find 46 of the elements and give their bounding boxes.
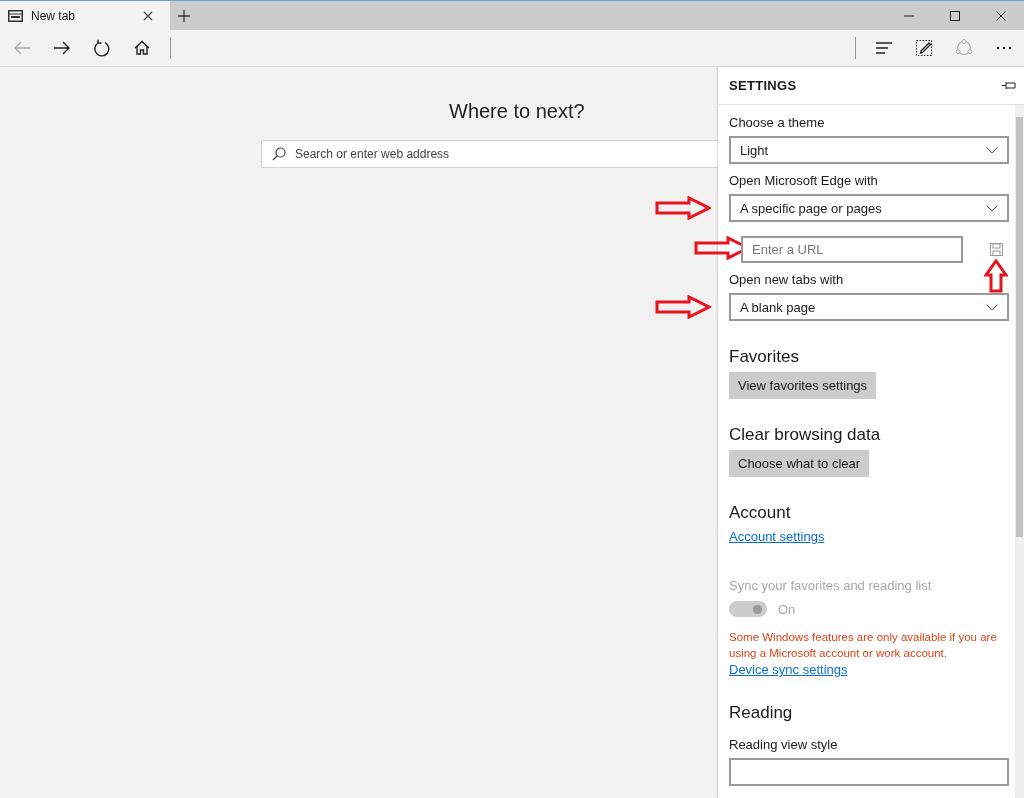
page-heading: Where to next? bbox=[449, 100, 585, 123]
toggle-state: On bbox=[778, 601, 796, 617]
maximize-icon bbox=[950, 10, 960, 21]
pin-button[interactable] bbox=[1002, 81, 1016, 90]
annotation-arrow-icon bbox=[655, 295, 711, 319]
share-icon bbox=[954, 38, 974, 58]
section-heading: Account bbox=[729, 503, 792, 523]
dropdown[interactable]: Light bbox=[729, 136, 1009, 164]
dropdown[interactable] bbox=[729, 758, 1009, 786]
search-icon bbox=[272, 147, 286, 161]
settings-link[interactable]: Account settings bbox=[729, 529, 825, 544]
panel-title: SETTINGS bbox=[729, 78, 797, 93]
section-heading: Clear browsing data bbox=[729, 425, 882, 445]
save-button[interactable] bbox=[989, 243, 1003, 256]
close-icon bbox=[996, 10, 1006, 21]
browser-tab[interactable]: New tab bbox=[0, 1, 170, 30]
warning-text: Some Windows features are only available if you are using a Microsoft account or work account. bbox=[729, 630, 998, 661]
setting-label: Choose a theme bbox=[729, 115, 826, 130]
chevron-down-icon bbox=[986, 303, 998, 311]
chevron-down-icon bbox=[986, 204, 998, 212]
minimize-icon bbox=[904, 14, 914, 17]
settings-button[interactable]: View favorites settings bbox=[729, 372, 877, 399]
annotation-arrow-icon bbox=[984, 259, 1008, 293]
more-icon bbox=[996, 46, 1012, 50]
page-icon bbox=[8, 9, 23, 22]
plus-icon bbox=[178, 9, 190, 22]
setting-label: Open Microsoft Edge with bbox=[729, 173, 879, 188]
tab-title: New tab bbox=[31, 8, 77, 23]
annotation-arrow-icon bbox=[655, 196, 711, 220]
section-heading: Reading bbox=[729, 703, 794, 723]
pen-square-icon bbox=[914, 38, 934, 58]
home-icon bbox=[132, 38, 152, 58]
settings-link[interactable]: Device sync settings bbox=[729, 662, 848, 677]
dropdown[interactable]: A specific page or pages bbox=[729, 194, 1009, 222]
pin-icon bbox=[1002, 81, 1016, 90]
close-icon bbox=[143, 10, 153, 21]
scrollbar[interactable] bbox=[1015, 105, 1024, 798]
chevron-down-icon bbox=[986, 146, 998, 154]
toggle-label: Sync your favorites and reading list bbox=[729, 578, 933, 593]
setting-label: Reading view style bbox=[729, 737, 839, 752]
setting-label: Open new tabs with bbox=[729, 272, 845, 287]
dropdown[interactable]: A blank page bbox=[729, 293, 1009, 321]
section-heading: Favorites bbox=[729, 347, 800, 367]
url-field[interactable]: Enter a URL bbox=[741, 236, 963, 263]
settings-button[interactable]: Choose what to clear bbox=[729, 450, 870, 477]
refresh-icon bbox=[92, 38, 112, 58]
